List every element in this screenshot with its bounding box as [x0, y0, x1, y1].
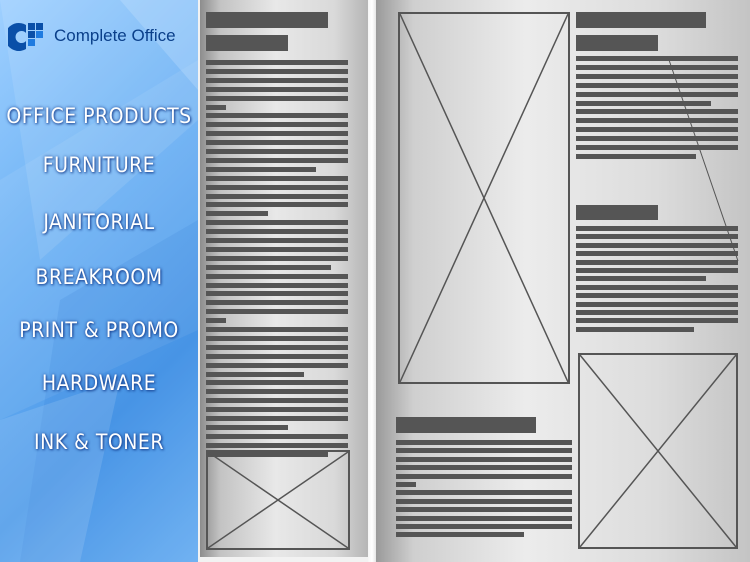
magazine-gutter — [368, 0, 376, 562]
text-line-placeholder — [206, 113, 348, 119]
text-line-placeholder — [576, 301, 738, 307]
text-line-placeholder — [206, 149, 348, 154]
text-line-placeholder — [206, 193, 348, 199]
text-line-placeholder — [396, 490, 572, 496]
text-line-placeholder — [206, 353, 348, 359]
text-line-placeholder — [396, 448, 572, 454]
text-line-placeholder — [206, 344, 348, 350]
text-line-placeholder — [206, 104, 226, 110]
complete-office-logo[interactable]: Complete Office — [8, 16, 176, 56]
heading-placeholder — [206, 12, 328, 28]
text-line-placeholder — [576, 268, 738, 273]
text-line-placeholder — [206, 166, 316, 172]
text-line-placeholder — [206, 211, 268, 217]
logo-icon — [8, 23, 43, 51]
text-line-placeholder — [576, 284, 738, 290]
text-line-placeholder — [206, 309, 348, 315]
nav-item-ink-toner[interactable]: INK & TONER — [0, 430, 198, 454]
text-line-placeholder — [206, 407, 348, 413]
image-placeholder — [578, 353, 738, 549]
text-line-placeholder — [206, 202, 348, 208]
subheading-placeholder — [206, 35, 288, 51]
text-line-placeholder — [206, 291, 348, 297]
text-line-placeholder — [206, 86, 348, 92]
heading-placeholder — [576, 12, 706, 28]
text-line-placeholder — [206, 122, 348, 128]
sidebar: Complete Office OFFICE PRODUCTS FURNITUR… — [0, 0, 198, 562]
text-line-placeholder — [576, 318, 738, 324]
text-line-placeholder — [206, 220, 348, 226]
nav-item-hardware[interactable]: HARDWARE — [0, 371, 198, 395]
text-line-placeholder — [206, 389, 348, 395]
text-line-placeholder — [206, 229, 348, 235]
text-line-placeholder — [576, 310, 738, 315]
text-line-placeholder — [206, 433, 348, 439]
text-line-placeholder — [206, 68, 348, 74]
text-line-placeholder — [206, 318, 226, 324]
text-line-placeholder — [206, 300, 348, 306]
nav-item-furniture[interactable]: FURNITURE — [0, 153, 198, 177]
text-line-placeholder — [206, 255, 348, 261]
nav-item-print-promo[interactable]: PRINT & PROMO — [0, 318, 198, 342]
text-line-placeholder — [396, 507, 572, 513]
text-line-placeholder — [206, 416, 348, 421]
text-line-placeholder — [576, 293, 738, 299]
text-line-placeholder — [206, 238, 348, 243]
text-line-placeholder — [206, 424, 288, 430]
text-line-placeholder — [206, 175, 348, 181]
text-line-placeholder — [206, 327, 348, 332]
text-line-placeholder — [576, 326, 694, 332]
image-placeholder — [398, 12, 570, 384]
text-line-placeholder — [396, 482, 416, 487]
text-line-placeholder — [206, 380, 348, 386]
text-line-placeholder — [206, 442, 348, 448]
text-line-placeholder — [396, 532, 524, 538]
text-line-placeholder — [206, 131, 348, 137]
text-line-placeholder — [206, 60, 348, 65]
brand-name: Complete Office — [54, 26, 176, 45]
text-line-placeholder — [396, 473, 572, 479]
image-placeholder — [206, 450, 350, 550]
text-line-placeholder — [396, 515, 572, 521]
nav-item-janitorial[interactable]: JANITORIAL — [0, 210, 198, 234]
text-line-placeholder — [206, 246, 348, 252]
text-line-placeholder — [206, 157, 348, 163]
text-line-placeholder — [206, 140, 348, 146]
text-line-placeholder — [396, 440, 572, 445]
text-line-placeholder — [396, 498, 572, 504]
subheading-placeholder — [576, 205, 658, 220]
text-line-placeholder — [206, 282, 348, 288]
text-line-placeholder — [396, 524, 572, 529]
text-line-placeholder — [206, 264, 331, 270]
catalog-magazine-preview — [198, 0, 750, 562]
nav-item-breakroom[interactable]: BREAKROOM — [0, 265, 198, 289]
text-line-placeholder — [206, 273, 348, 279]
text-line-placeholder — [396, 456, 572, 462]
nav-item-office-products[interactable]: OFFICE PRODUCTS — [0, 104, 198, 128]
text-line-placeholder — [206, 371, 304, 377]
decorative-divider-line — [667, 56, 739, 262]
text-line-placeholder — [206, 77, 348, 83]
text-line-placeholder — [576, 276, 706, 282]
text-line-placeholder — [206, 398, 348, 404]
subheading-placeholder — [576, 35, 658, 51]
text-line-placeholder — [396, 465, 572, 471]
text-line-placeholder — [206, 184, 348, 190]
text-line-placeholder — [206, 335, 348, 341]
text-line-placeholder — [206, 95, 348, 101]
heading-placeholder — [396, 417, 536, 433]
text-line-placeholder — [206, 362, 348, 368]
